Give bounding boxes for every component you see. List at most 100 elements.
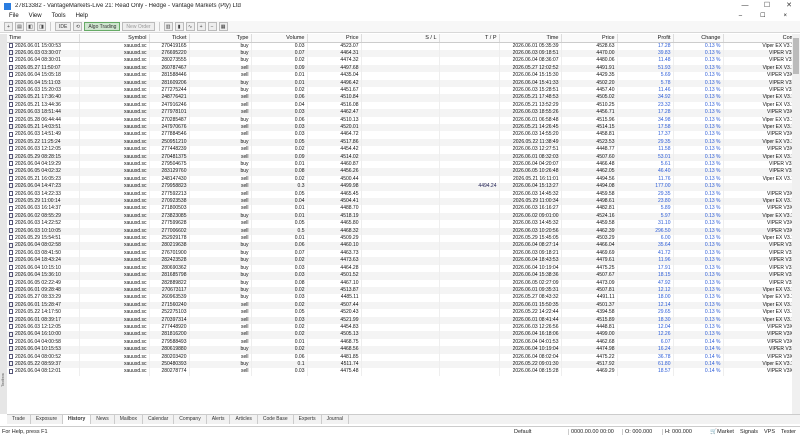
zoom-out-icon[interactable]: − <box>207 22 217 31</box>
tester-button[interactable]: Tester <box>781 429 796 435</box>
table-row[interactable]: 2026.06.03 15:20:03 xauusd.sc 277275244 buy… <box>7 86 792 95</box>
table-row[interactable]: 2026.06.03 14:51:49 xauusd.sc 277884546 sel… <box>7 131 792 139</box>
col-close-price[interactable]: Price <box>561 34 618 43</box>
child-close-button[interactable]: × <box>778 12 792 21</box>
table-row[interactable]: 2026.06.04 18:43:24 xauusd.sc 282423528 buy… <box>7 257 792 265</box>
table-row[interactable]: 2026.06.03 14:22:33 xauusd.sc 277592213 sel… <box>7 190 792 199</box>
table-row[interactable]: 2026.06.04 10:15:10 xauusd.sc 280690362 buy… <box>7 264 792 273</box>
table-row[interactable]: 2026.06.03 10:10:05 xauusd.sc 277006602 sel… <box>7 227 792 236</box>
table-row[interactable]: 2026.06.04 08:00:52 xauusd.sc 280203420 sel… <box>7 353 792 361</box>
table-row[interactable]: 2026.06.04 08:30:01 xauusd.sc 280273555 buy… <box>7 57 792 65</box>
minimize-button[interactable]: — <box>734 0 756 12</box>
table-row[interactable]: 2026.06.03 16:14:37 xauusd.sc 271800503 sel… <box>7 205 792 213</box>
col-tp[interactable]: T / P <box>439 34 500 43</box>
vertical-scrollbar[interactable] <box>792 34 800 414</box>
table-row[interactable]: 2026.06.05 04:02:32 xauusd.sc 283129760 buy… <box>7 168 792 176</box>
table-row[interactable]: 2026.06.04 16:10:00 xauusd.sc 281816200 sel… <box>7 331 792 339</box>
col-close-time[interactable]: Time <box>499 34 562 43</box>
col-volume[interactable]: Volume <box>251 34 308 43</box>
new-order-button[interactable]: New Order <box>122 22 155 31</box>
tab-experts[interactable]: Experts <box>294 415 322 424</box>
signals-button[interactable]: Signals <box>740 429 758 435</box>
tile-icon[interactable]: ▦ <box>218 22 228 31</box>
tab-company[interactable]: Company <box>174 415 207 424</box>
tab-calendar[interactable]: Calendar <box>143 415 175 424</box>
zoom-in-icon[interactable]: + <box>196 22 206 31</box>
table-row[interactable]: 2026.05.21 16:05:23 xauusd.sc 248147430 sel… <box>7 175 792 184</box>
menu-tools[interactable]: Tools <box>47 12 71 21</box>
table-row[interactable]: 2026.06.01 08:39:17 xauusd.sc 270397314 sel… <box>7 316 792 324</box>
child-restore-button[interactable]: ☐ <box>755 12 770 21</box>
table-row[interactable]: 2026.05.21 17:36:40 xauusd.sc 248776421 sel… <box>7 94 792 102</box>
menu-file[interactable]: File <box>4 12 24 21</box>
maximize-button[interactable]: ☐ <box>756 0 778 12</box>
col-time[interactable]: Time <box>7 34 80 43</box>
table-row[interactable]: 2026.05.22 14:17:50 xauusd.sc 252275103 sel… <box>7 309 792 317</box>
table-row[interactable]: 2026.06.03 12:12:05 xauusd.sc 277448920 sel… <box>7 323 792 332</box>
table-row[interactable]: 2026.06.01 15:28:47 xauusd.sc 271560240 sel… <box>7 301 792 310</box>
menu-help[interactable]: Help <box>71 12 93 21</box>
ide-button[interactable]: IDE <box>55 22 72 31</box>
scrollbar-thumb[interactable] <box>793 38 799 74</box>
tab-mailbox[interactable]: Mailbox <box>115 415 143 424</box>
col-sl[interactable]: S / L <box>361 34 440 43</box>
tab-news[interactable]: News <box>91 415 115 424</box>
vps-button[interactable]: VPS <box>764 429 775 435</box>
menu-view[interactable]: View <box>24 12 47 21</box>
tab-trade[interactable]: Trade <box>7 415 31 424</box>
market-watch-icon[interactable]: ◧ <box>26 22 35 31</box>
child-minimize-button[interactable]: – <box>734 12 747 21</box>
line-chart-icon[interactable]: ∿ <box>185 22 195 31</box>
table-row[interactable]: 2026.05.29 08:28:15 xauusd.sc 270481375 sel… <box>7 153 792 161</box>
table-row[interactable]: 2026.06.03 14:22:52 xauusd.sc 277599628 sel… <box>7 220 792 228</box>
table-row[interactable]: 2026.06.04 15:11:03 xauusd.sc 281609206 buy… <box>7 79 792 87</box>
table-row[interactable]: 2026.05.29 15:54:51 xauusd.sc 252929178 sel… <box>7 235 792 243</box>
table-row[interactable]: 2026.05.27 11:50:07 xauusd.sc 260787467 sel… <box>7 64 792 73</box>
table-row[interactable]: 2026.05.22 08:59:37 xauusd.sc 250480393 buy… <box>7 360 792 369</box>
tab-journal[interactable]: Journal <box>322 415 349 424</box>
navigator-icon[interactable]: ◨ <box>37 22 46 31</box>
table-row[interactable]: 2026.06.01 15:00:53 xauusd.sc 270419165 buy… <box>7 42 792 50</box>
table-row[interactable]: 2026.06.04 15:36:10 xauusd.sc 281685798 buy… <box>7 272 792 280</box>
table-row[interactable]: 2026.05.21 14:03:51 xauusd.sc 247970676 sel… <box>7 123 792 132</box>
candles-icon[interactable]: ▮ <box>174 22 184 31</box>
algo-trading-button[interactable]: Algo Trading <box>84 22 121 31</box>
col-price[interactable]: Price <box>307 34 362 43</box>
col-comment[interactable]: Comment <box>723 34 792 43</box>
table-row[interactable]: 2026.06.03 18:51:44 xauusd.sc 277978101 sel… <box>7 109 792 117</box>
table-row[interactable]: 2026.06.02 08:55:29 xauusd.sc 273823085 buy… <box>7 212 792 221</box>
table-row[interactable]: 2026.06.04 08:12:01 xauusd.sc 280278774 sel… <box>7 368 792 376</box>
history-icon[interactable]: ⟲ <box>73 22 83 31</box>
market-button[interactable]: 🛒 Market <box>710 429 734 435</box>
col-symbol[interactable]: Symbol <box>79 34 150 43</box>
table-row[interactable]: 2026.06.03 12:12:05 xauusd.sc 277448239 sel… <box>7 146 792 154</box>
tab-articles[interactable]: Articles <box>230 415 258 424</box>
table-row[interactable]: 2026.05.28 06:44:44 xauusd.sc 270285487 buy… <box>7 116 792 124</box>
tab-exposure[interactable]: Exposure <box>31 415 64 424</box>
table-row[interactable]: 2026.06.04 14:47:23 xauusd.sc 279958823 sel… <box>7 183 792 191</box>
profiles-icon[interactable]: ▤ <box>15 22 24 31</box>
close-button[interactable]: ✕ <box>778 0 800 12</box>
table-row[interactable]: 2026.06.05 02:22:49 xauusd.sc 282889822 buy… <box>7 279 792 287</box>
col-ticket[interactable]: Ticket <box>149 34 190 43</box>
chart-bars-icon[interactable]: ▥ <box>163 22 173 31</box>
table-row[interactable]: 2026.06.04 15:05:18 xauusd.sc 281588446 sel… <box>7 72 792 80</box>
col-type[interactable]: Type <box>189 34 252 43</box>
tab-code-base[interactable]: Code Base <box>258 415 294 424</box>
table-row[interactable]: 2026.06.03 03:30:07 xauusd.sc 276695220 buy… <box>7 49 792 58</box>
table-row[interactable]: 2026.05.21 13:44:36 xauusd.sc 247916246 sel… <box>7 101 792 110</box>
tab-history[interactable]: History <box>63 415 92 424</box>
table-row[interactable]: 2026.05.27 08:33:29 xauusd.sc 260963539 buy… <box>7 294 792 302</box>
table-row[interactable]: 2026.06.03 08:41:50 xauusd.sc 276701900 buy… <box>7 249 792 258</box>
table-row[interactable]: 2026.06.01 09:28:48 xauusd.sc 270673117 buy… <box>7 286 792 295</box>
table-row[interactable]: 2026.05.29 11:00:14 xauusd.sc 270923538 sel… <box>7 198 792 206</box>
table-row[interactable]: 2026.06.04 04:19:29 xauusd.sc 279504675 buy… <box>7 161 792 169</box>
toolbox-label[interactable]: Toolbox <box>0 350 7 410</box>
tab-alerts[interactable]: Alerts <box>207 415 231 424</box>
table-row[interactable]: 2026.06.04 10:15:53 xauusd.sc 280619880 buy… <box>7 346 792 354</box>
col-change[interactable]: Change <box>673 34 724 43</box>
col-profit[interactable]: Profit <box>617 34 674 43</box>
table-row[interactable]: 2026.05.22 11:25:24 xauusd.sc 250951210 buy… <box>7 138 792 147</box>
new-chart-icon[interactable]: + <box>4 22 13 31</box>
table-row[interactable]: 2026.06.04 04:00:58 xauusd.sc 279588493 sel… <box>7 338 792 347</box>
